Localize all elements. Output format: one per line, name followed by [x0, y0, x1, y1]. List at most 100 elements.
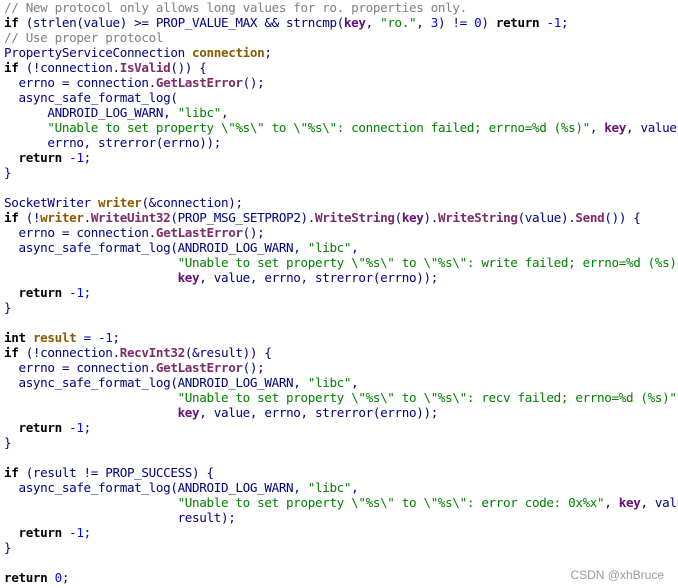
- method-call-token: RecvInt32: [119, 345, 185, 360]
- plain-token: ();: [242, 225, 265, 240]
- plain-token: ()) {: [604, 210, 641, 225]
- code-line: int result = -1;: [4, 330, 678, 345]
- number-literal-token: -1: [69, 525, 84, 540]
- plain-token: }: [4, 165, 12, 180]
- plain-token: ;: [83, 150, 92, 165]
- plain-token: (PROP_MSG_SETPROP2).: [170, 210, 316, 225]
- code-line: async_safe_format_log(ANDROID_LOG_WARN, …: [4, 480, 678, 495]
- plain-token: async_safe_format_log(ANDROID_LOG_WARN,: [4, 480, 308, 495]
- code-line: if (!connection.RecvInt32(&result)) {: [4, 345, 678, 360]
- code-line: key, value, errno, strerror(errno));: [4, 270, 678, 285]
- plain-token: .: [83, 210, 92, 225]
- method-call-token: GetLastError: [155, 225, 243, 240]
- plain-token: ;: [264, 45, 272, 60]
- plain-token: ;: [61, 570, 70, 585]
- plain-token: (!connection.: [18, 60, 120, 75]
- plain-token: errno = connection.: [4, 225, 156, 240]
- code-line: return -1;: [4, 525, 678, 540]
- plain-token: , value, errno, strerror(errno));: [199, 270, 438, 285]
- keyword-token: return: [18, 525, 62, 540]
- keyword-token: return: [18, 285, 62, 300]
- method-call-token: GetLastError: [155, 360, 243, 375]
- string-literal-token: "libc": [177, 105, 222, 120]
- plain-token: async_safe_format_log(ANDROID_LOG_WARN,: [4, 375, 308, 390]
- plain-token: , value,: [626, 120, 678, 135]
- code-line: if (!connection.IsValid()) {: [4, 60, 678, 75]
- plain-token: , value,: [640, 495, 678, 510]
- number-literal-token: -1: [546, 15, 561, 30]
- code-line: }: [4, 165, 678, 180]
- plain-token: (strlen(value) >= PROP_VALUE_MAX && strn…: [18, 15, 345, 30]
- code-line: if (result != PROP_SUCCESS) {: [4, 465, 678, 480]
- code-view: // New protocol only allows long values …: [4, 0, 678, 585]
- string-literal-token: "Unable to set property \"%s\" to \"%s\"…: [177, 390, 677, 405]
- plain-token: ,: [351, 375, 359, 390]
- parameter-token: key: [177, 405, 200, 420]
- keyword-token: return: [4, 570, 48, 585]
- method-call-token: Send: [575, 210, 605, 225]
- plain-token: ;: [112, 330, 121, 345]
- plain-token: (&connection);: [141, 195, 243, 210]
- plain-token: ();: [242, 360, 265, 375]
- plain-token: ;: [560, 15, 569, 30]
- plain-token: ;: [83, 525, 92, 540]
- plain-token: }: [4, 300, 12, 315]
- code-line: async_safe_format_log(ANDROID_LOG_WARN, …: [4, 375, 678, 390]
- string-literal-token: "libc": [307, 240, 352, 255]
- string-literal-token: "libc": [307, 375, 352, 390]
- local-variable-token: writer: [40, 210, 84, 225]
- code-line: async_safe_format_log(ANDROID_LOG_WARN, …: [4, 240, 678, 255]
- plain-token: ,: [351, 480, 359, 495]
- parameter-token: key: [618, 495, 641, 510]
- plain-token: , value, errno, strerror(errno));: [199, 405, 438, 420]
- number-literal-token: -1: [98, 330, 113, 345]
- keyword-token: if: [4, 465, 19, 480]
- plain-token: result);: [4, 510, 236, 525]
- keyword-token: return: [495, 15, 540, 30]
- plain-token: ,: [589, 120, 605, 135]
- plain-token: ): [481, 15, 496, 30]
- keyword-token: if: [4, 345, 19, 360]
- plain-token: (result != PROP_SUCCESS) {: [18, 465, 214, 480]
- number-literal-token: -1: [69, 285, 84, 300]
- method-call-token: WriteUint32: [90, 210, 171, 225]
- code-line: "Unable to set property \"%s\" to \"%s\"…: [4, 495, 678, 510]
- code-line: key, value, errno, strerror(errno));: [4, 405, 678, 420]
- code-line: SocketWriter writer(&connection);: [4, 195, 678, 210]
- parameter-token: key: [401, 210, 424, 225]
- local-variable-token: result: [32, 330, 77, 345]
- code-line: return -1;: [4, 285, 678, 300]
- parameter-token: key: [177, 270, 200, 285]
- code-line: return -1;: [4, 420, 678, 435]
- code-line: errno = connection.GetLastError();: [4, 75, 678, 90]
- number-literal-token: 0: [54, 570, 63, 585]
- parameter-token: key: [343, 15, 366, 30]
- plain-token: ,: [416, 15, 431, 30]
- code-line: result);: [4, 510, 678, 525]
- plain-token: async_safe_format_log(ANDROID_LOG_WARN,: [4, 240, 308, 255]
- code-line: errno, strerror(errno));: [4, 135, 678, 150]
- code-line: ANDROID_LOG_WARN, "libc",: [4, 105, 678, 120]
- plain-token: }: [4, 540, 12, 555]
- number-literal-token: -1: [69, 150, 84, 165]
- plain-token: ).: [423, 210, 439, 225]
- plain-token: ()) {: [170, 60, 207, 75]
- local-variable-token: writer: [98, 195, 142, 210]
- method-call-token: WriteString: [438, 210, 518, 225]
- string-literal-token: "libc": [307, 480, 352, 495]
- plain-token: ANDROID_LOG_WARN,: [4, 105, 178, 120]
- code-line: errno = connection.GetLastError();: [4, 225, 678, 240]
- string-literal-token: "Unable to set property \"%s\" to \"%s\"…: [47, 120, 590, 135]
- code-line: "Unable to set property \"%s\" to \"%s\"…: [4, 255, 678, 270]
- number-literal-token: -1: [69, 420, 84, 435]
